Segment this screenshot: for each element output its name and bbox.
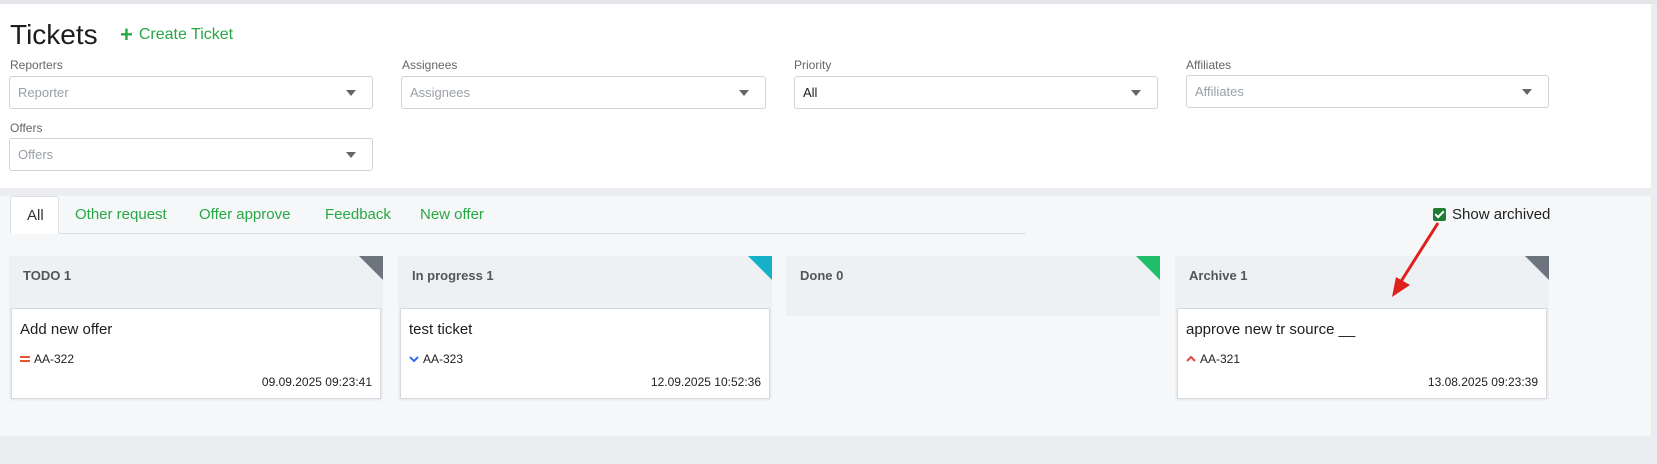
caret-down-icon <box>346 90 356 96</box>
affiliates-placeholder: Affiliates <box>1195 84 1244 99</box>
column-title: In progress 1 <box>412 268 494 283</box>
chevron-down-icon <box>409 356 419 363</box>
column-header: Done 0 <box>786 256 1160 308</box>
tab-all[interactable]: All <box>10 196 59 234</box>
offers-select[interactable]: Offers <box>9 138 373 171</box>
ticket-title: test ticket <box>409 321 473 338</box>
column-title: Done 0 <box>800 268 844 283</box>
ticket-key: AA-321 <box>1200 352 1241 366</box>
equals-icon <box>20 356 30 362</box>
ticket-key: AA-322 <box>34 352 75 366</box>
reporters-placeholder: Reporter <box>18 85 69 100</box>
tab-bar: All Other request Offer approve Feedback… <box>10 196 1026 234</box>
plus-icon: + <box>120 22 133 47</box>
reporters-label: Reporters <box>10 58 63 72</box>
priority-label: Priority <box>794 58 832 72</box>
ticket-date: 12.09.2025 10:52:36 <box>650 375 761 389</box>
show-archived-label: Show archived <box>1452 206 1551 223</box>
corner-marker <box>1136 256 1160 280</box>
annotation-arrow-icon <box>1392 222 1440 297</box>
column-header: In progress 1 <box>398 256 772 308</box>
chevron-up-icon <box>1186 355 1196 362</box>
caret-down-icon <box>346 152 356 158</box>
page-title: Tickets <box>10 19 98 50</box>
ticket-key-row: AA-322 <box>20 352 74 366</box>
caret-down-icon <box>739 90 749 96</box>
ticket-card[interactable]: Add new offer AA-322 09.09.2025 09:23:41 <box>11 308 381 399</box>
ticket-key: AA-323 <box>423 352 464 366</box>
affiliates-label: Affiliates <box>1186 58 1232 72</box>
assignees-select[interactable]: Assignees <box>401 76 766 109</box>
create-ticket-button[interactable]: + Create Ticket <box>120 22 234 47</box>
ticket-date: 13.08.2025 09:23:39 <box>1427 375 1538 389</box>
ticket-key-row: AA-323 <box>409 352 463 366</box>
reporters-select[interactable]: Reporter <box>9 76 373 109</box>
priority-value: All <box>803 85 818 100</box>
corner-marker <box>359 256 383 280</box>
tab-new-offer[interactable]: New offer <box>404 196 500 233</box>
column-done: Done 0 <box>786 256 1160 316</box>
column-archive: Archive 1 approve new tr source __ AA-32… <box>1175 256 1549 399</box>
assignees-label: Assignees <box>402 58 458 72</box>
priority-select[interactable]: All <box>794 76 1158 109</box>
filters-panel: Tickets + Create Ticket Reporters Report… <box>0 4 1651 188</box>
caret-down-icon <box>1131 90 1141 96</box>
tab-feedback[interactable]: Feedback <box>309 196 407 233</box>
offers-label: Offers <box>10 121 43 135</box>
create-ticket-label: Create Ticket <box>138 26 234 43</box>
ticket-title: Add new offer <box>20 321 113 338</box>
column-in-progress: In progress 1 test ticket AA-323 12.09.2… <box>398 256 772 399</box>
ticket-card[interactable]: approve new tr source __ AA-321 13.08.20… <box>1177 308 1547 399</box>
ticket-card[interactable]: test ticket AA-323 12.09.2025 10:52:36 <box>400 308 770 399</box>
show-archived-toggle[interactable]: Show archived <box>1433 206 1550 223</box>
ticket-title: approve new tr source __ <box>1186 321 1356 338</box>
affiliates-select[interactable]: Affiliates <box>1186 75 1549 108</box>
column-title: Archive 1 <box>1189 268 1248 283</box>
assignees-placeholder: Assignees <box>410 85 470 100</box>
tab-offer-approve[interactable]: Offer approve <box>183 196 306 233</box>
column-todo: TODO 1 Add new offer AA-322 09.09.2025 0… <box>9 256 383 399</box>
corner-marker <box>748 256 772 280</box>
offers-placeholder: Offers <box>18 147 54 162</box>
ticket-key-row: AA-321 <box>1186 352 1240 366</box>
ticket-date: 09.09.2025 09:23:41 <box>261 375 372 389</box>
column-header: Archive 1 <box>1175 256 1549 308</box>
caret-down-icon <box>1522 89 1532 95</box>
column-header: TODO 1 <box>9 256 383 308</box>
column-title: TODO 1 <box>23 268 72 283</box>
tab-other-request[interactable]: Other request <box>59 196 183 233</box>
corner-marker <box>1525 256 1549 280</box>
